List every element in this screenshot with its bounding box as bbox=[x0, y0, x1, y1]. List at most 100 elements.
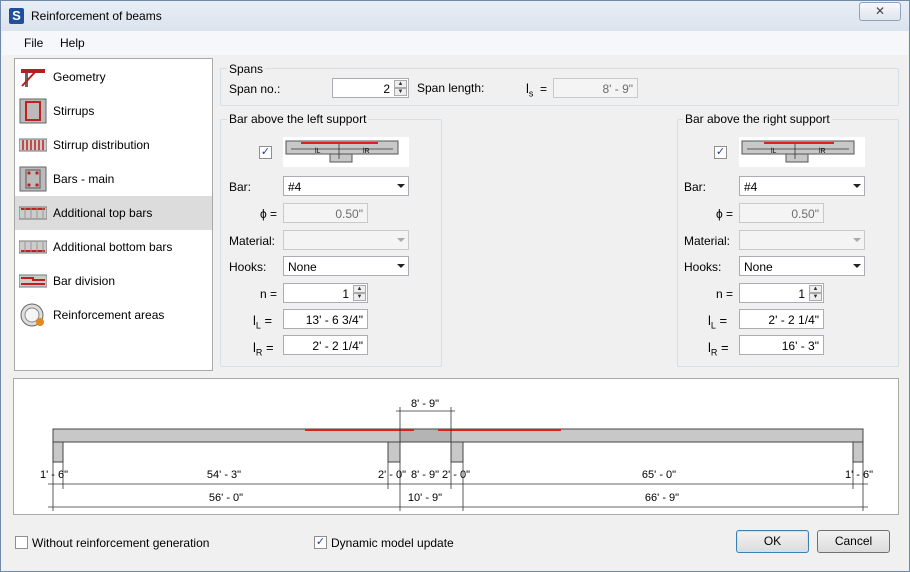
spin-up-icon[interactable]: ▲ bbox=[394, 80, 407, 88]
sidebar-item-geometry[interactable]: Geometry bbox=[15, 60, 212, 94]
sidebar-item-stirrup-distribution[interactable]: Stirrup distribution bbox=[15, 128, 212, 162]
title-bar[interactable]: S Reinforcement of beams ✕ bbox=[1, 1, 909, 31]
dynamic-update-label: Dynamic model update bbox=[331, 536, 454, 550]
additional-bottom-bars-icon bbox=[19, 240, 47, 254]
main-bars-icon bbox=[19, 166, 47, 192]
dim-row1-2: 2' - 0" bbox=[378, 469, 406, 481]
right-phi-field: 0.50" bbox=[739, 203, 824, 223]
sidebar-item-reinforcement-areas[interactable]: Reinforcement areas bbox=[15, 298, 212, 332]
dim-row2-0: 56' - 0" bbox=[209, 492, 243, 504]
ok-button[interactable]: OK bbox=[736, 530, 809, 553]
spin-down-icon[interactable]: ▼ bbox=[394, 88, 407, 96]
sidebar-item-label: Additional top bars bbox=[53, 206, 153, 220]
spin-down-icon[interactable]: ▼ bbox=[353, 293, 366, 301]
right-bar-value: #4 bbox=[744, 180, 758, 194]
left-ll-field[interactable]: 13' - 6 3/4" bbox=[283, 309, 368, 329]
dim-span-top: 8' - 9" bbox=[411, 398, 439, 410]
sidebar-item-additional-bottom-bars[interactable]: Additional bottom bars bbox=[15, 230, 212, 264]
left-material-label: Material: bbox=[229, 234, 276, 248]
reinforcement-areas-icon bbox=[20, 303, 44, 327]
left-support-label: Bar above the left support bbox=[227, 112, 369, 126]
left-ll-label: lL = bbox=[253, 313, 273, 331]
left-phi-label: ϕ = bbox=[260, 207, 278, 221]
beam-preview-canvas: 8' - 9" 1' - 6" 54' - 3" 2' - 0" 8' - 9"… bbox=[40, 398, 873, 511]
spin-down-icon[interactable]: ▼ bbox=[809, 293, 822, 301]
close-icon: ✕ bbox=[874, 4, 886, 18]
beam-preview: 8' - 9" 1' - 6" 54' - 3" 2' - 0" 8' - 9"… bbox=[13, 378, 899, 515]
stirrup-distribution-icon bbox=[19, 138, 47, 152]
left-n-stepper[interactable]: 1 ▲ ▼ bbox=[283, 283, 368, 303]
left-hooks-select[interactable]: None bbox=[283, 256, 409, 276]
right-n-spin[interactable]: ▲ ▼ bbox=[809, 285, 822, 301]
sidebar-item-label: Bar division bbox=[53, 274, 116, 288]
ls-label: ls bbox=[526, 81, 534, 99]
left-lr-field[interactable]: 2' - 2 1/4" bbox=[283, 335, 368, 355]
right-bar-label: Bar: bbox=[684, 180, 707, 194]
menu-file[interactable]: File bbox=[24, 36, 43, 50]
chevron-down-icon bbox=[397, 238, 405, 242]
left-n-value: 1 bbox=[342, 287, 349, 301]
left-hooks-value: None bbox=[288, 260, 317, 274]
right-support-diagram: lL lR bbox=[739, 137, 865, 167]
menu-help[interactable]: Help bbox=[60, 36, 85, 50]
sidebar-item-label: Reinforcement areas bbox=[53, 308, 165, 322]
sidebar-item-label: Bars - main bbox=[53, 172, 115, 186]
left-bar-value: #4 bbox=[288, 180, 302, 194]
chevron-down-icon bbox=[397, 184, 405, 188]
diagram-ll-text: lL bbox=[315, 148, 321, 155]
right-n-stepper[interactable]: 1 ▲ ▼ bbox=[739, 283, 824, 303]
right-hooks-select[interactable]: None bbox=[739, 256, 865, 276]
left-phi-field: 0.50" bbox=[283, 203, 368, 223]
left-n-spin[interactable]: ▲ ▼ bbox=[353, 285, 366, 301]
right-support-checkbox[interactable]: ✓ bbox=[714, 146, 727, 159]
span-no-value: 2 bbox=[383, 82, 390, 96]
right-bar-select[interactable]: #4 bbox=[739, 176, 865, 196]
close-button[interactable]: ✕ bbox=[859, 2, 901, 21]
ls-eq: = bbox=[540, 82, 548, 96]
right-ll-field[interactable]: 2' - 2 1/4" bbox=[739, 309, 824, 329]
dynamic-update-checkbox[interactable]: ✓ bbox=[314, 536, 327, 549]
left-hooks-label: Hooks: bbox=[229, 260, 267, 274]
dim-row1-4: 2' - 0" bbox=[442, 469, 470, 481]
cancel-button[interactable]: Cancel bbox=[817, 530, 890, 553]
left-lr-label: lR = bbox=[253, 340, 274, 358]
sidebar: Geometry Stirrups Stirrup distribution B… bbox=[14, 58, 213, 371]
sidebar-item-label: Geometry bbox=[53, 70, 106, 84]
chevron-down-icon bbox=[853, 184, 861, 188]
span-length-label: Span length: bbox=[417, 81, 485, 95]
menu-bar: File Help bbox=[2, 31, 908, 55]
left-support-checkbox[interactable]: ✓ bbox=[259, 146, 272, 159]
right-ll-label: lL = bbox=[708, 313, 728, 331]
right-material-select bbox=[739, 230, 865, 250]
dim-row1-1: 54' - 3" bbox=[207, 469, 241, 481]
span-no-stepper[interactable]: 2 ▲ ▼ bbox=[332, 78, 409, 98]
chevron-down-icon bbox=[853, 238, 861, 242]
right-lr-field[interactable]: 16' - 3" bbox=[739, 335, 824, 355]
left-bar-label: Bar: bbox=[229, 180, 252, 194]
diagram-lr-text: lR bbox=[363, 148, 370, 155]
span-no-spin[interactable]: ▲ ▼ bbox=[394, 80, 407, 96]
sidebar-item-additional-top-bars[interactable]: Additional top bars bbox=[15, 196, 212, 230]
spans-group-label: Spans bbox=[227, 62, 266, 76]
right-hooks-label: Hooks: bbox=[684, 260, 722, 274]
app-icon: S bbox=[9, 8, 24, 24]
right-n-label: n = bbox=[716, 287, 734, 301]
sidebar-item-label: Stirrup distribution bbox=[53, 138, 150, 152]
sidebar-item-label: Stirrups bbox=[53, 104, 95, 118]
sidebar-item-bars-main[interactable]: Bars - main bbox=[15, 162, 212, 196]
dim-row2-1: 10' - 9" bbox=[408, 492, 442, 504]
dim-row1-0: 1' - 6" bbox=[40, 469, 68, 481]
diagram-lr-text: lR bbox=[819, 148, 826, 155]
without-reinforcement-checkbox[interactable] bbox=[15, 536, 28, 549]
sidebar-item-stirrups[interactable]: Stirrups bbox=[15, 94, 212, 128]
right-support-label: Bar above the right support bbox=[683, 112, 832, 126]
chevron-down-icon bbox=[397, 264, 405, 268]
additional-top-bars-icon bbox=[19, 206, 47, 220]
span-no-label: Span no.: bbox=[229, 82, 281, 96]
spin-up-icon[interactable]: ▲ bbox=[809, 285, 822, 293]
chevron-down-icon bbox=[853, 264, 861, 268]
left-bar-select[interactable]: #4 bbox=[283, 176, 409, 196]
spin-up-icon[interactable]: ▲ bbox=[353, 285, 366, 293]
sidebar-item-bar-division[interactable]: Bar division bbox=[15, 264, 212, 298]
without-reinforcement-label: Without reinforcement generation bbox=[32, 536, 210, 550]
